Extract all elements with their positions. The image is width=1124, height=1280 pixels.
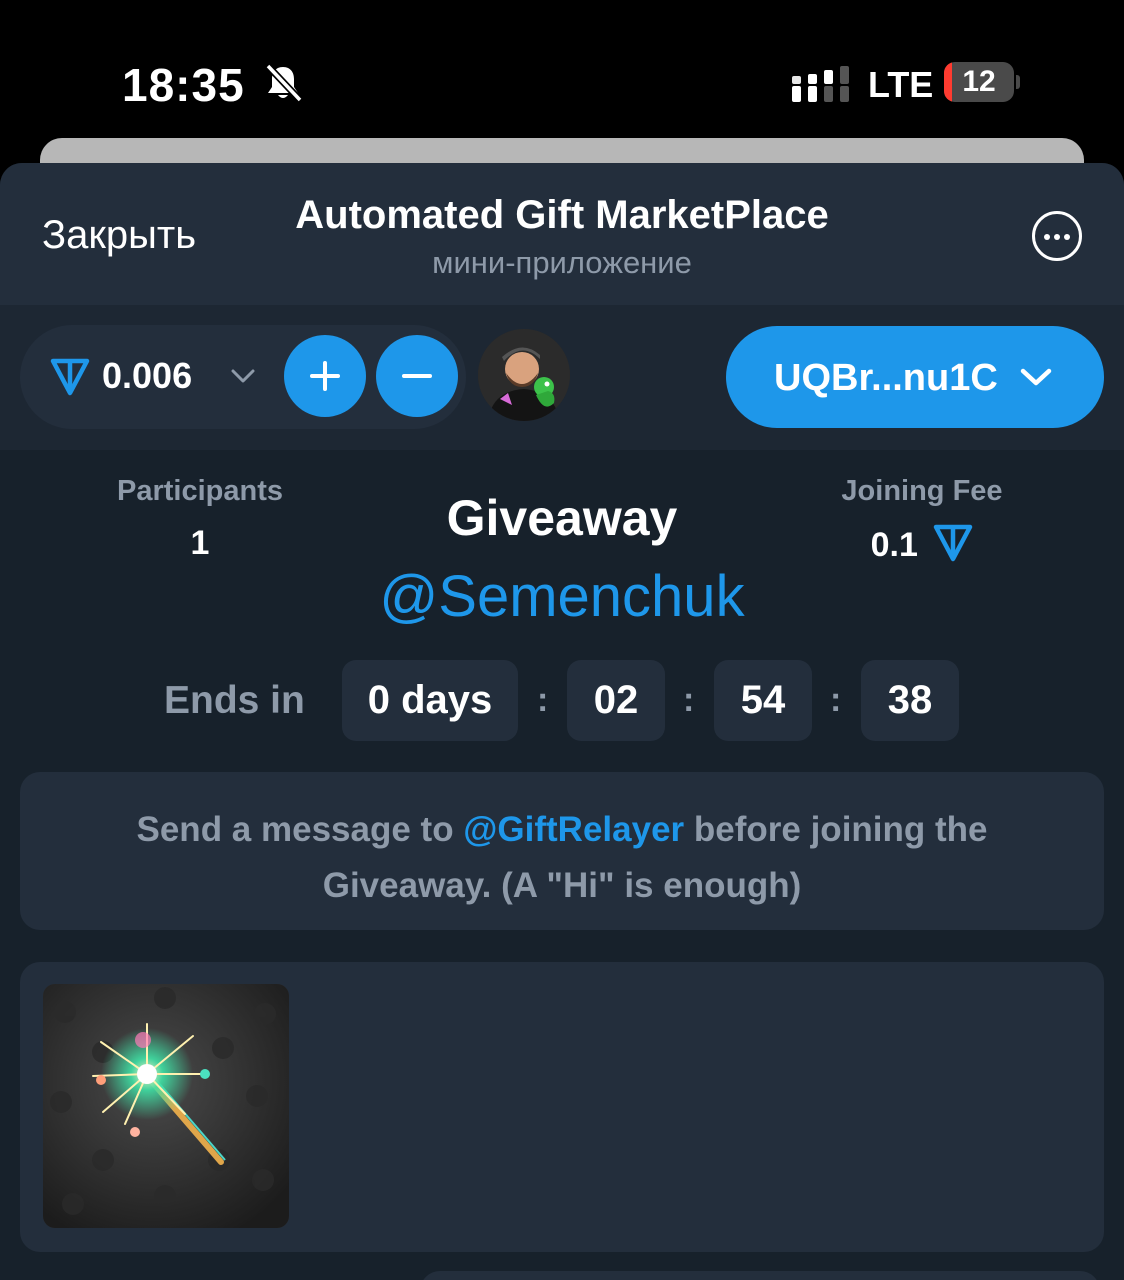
status-bar: 18:35 LTE 12 bbox=[0, 0, 1124, 140]
balance-value: 0.006 bbox=[102, 355, 193, 396]
user-avatar[interactable] bbox=[478, 329, 570, 421]
chevron-down-icon bbox=[1020, 368, 1052, 386]
wallet-address-button[interactable]: UQBr...nu1C bbox=[726, 326, 1104, 428]
notice-text-before: Send a message to bbox=[136, 810, 464, 849]
gift-card bbox=[20, 962, 1104, 1252]
withdraw-balance-button[interactable] bbox=[376, 335, 458, 417]
mini-app-sheet: Закрыть Automated Gift MarketPlace мини-… bbox=[0, 163, 1124, 1280]
notice-text: Send a message to @GiftRelayer before jo… bbox=[80, 802, 1044, 914]
bottom-panel bbox=[420, 1271, 1100, 1280]
mini-app-header: Закрыть Automated Gift MarketPlace мини-… bbox=[0, 163, 1124, 305]
ton-icon bbox=[50, 358, 90, 396]
countdown-days: 0 days bbox=[342, 660, 518, 741]
joining-fee-label: Joining Fee bbox=[841, 475, 1003, 507]
app-subtitle: мини-приложение bbox=[432, 245, 692, 280]
countdown-minutes: 54 bbox=[714, 660, 812, 741]
joining-fee-value: 0.1 bbox=[870, 526, 918, 564]
giveaway-host-link[interactable]: @Semenchuk bbox=[0, 563, 1124, 630]
wallet-address: UQBr...nu1C bbox=[774, 357, 998, 399]
balance-dropdown[interactable]: 0.006 bbox=[20, 325, 466, 429]
battery-level: 12 bbox=[962, 65, 996, 98]
cellular-signal-icon bbox=[792, 66, 849, 102]
timer-separator: : bbox=[537, 681, 549, 719]
minus-icon bbox=[402, 374, 432, 378]
network-type: LTE bbox=[868, 64, 934, 105]
status-time: 18:35 bbox=[122, 59, 245, 111]
app-title: Automated Gift MarketPlace bbox=[295, 193, 829, 237]
more-horizontal-icon[interactable] bbox=[1032, 211, 1082, 261]
wallet-bar: 0.006 UQBr...nu1C bbox=[0, 305, 1124, 450]
ends-in-label: Ends in bbox=[164, 679, 305, 722]
countdown-seconds: 38 bbox=[861, 660, 959, 741]
add-balance-button[interactable] bbox=[284, 335, 366, 417]
plus-icon bbox=[310, 361, 340, 391]
ton-icon bbox=[934, 524, 973, 562]
chevron-down-icon bbox=[231, 369, 255, 383]
bell-slash-icon bbox=[265, 63, 303, 103]
sparkler-icon[interactable] bbox=[43, 984, 289, 1228]
countdown-hours: 02 bbox=[567, 660, 665, 741]
timer-separator: : bbox=[830, 681, 842, 719]
gift-relayer-link[interactable]: @GiftRelayer bbox=[463, 810, 684, 849]
joining-fee: 0.1 bbox=[810, 524, 1034, 565]
battery-indicator: 12 bbox=[944, 62, 1020, 102]
timer-separator: : bbox=[683, 681, 695, 719]
notice-box: Send a message to @GiftRelayer before jo… bbox=[20, 772, 1104, 930]
